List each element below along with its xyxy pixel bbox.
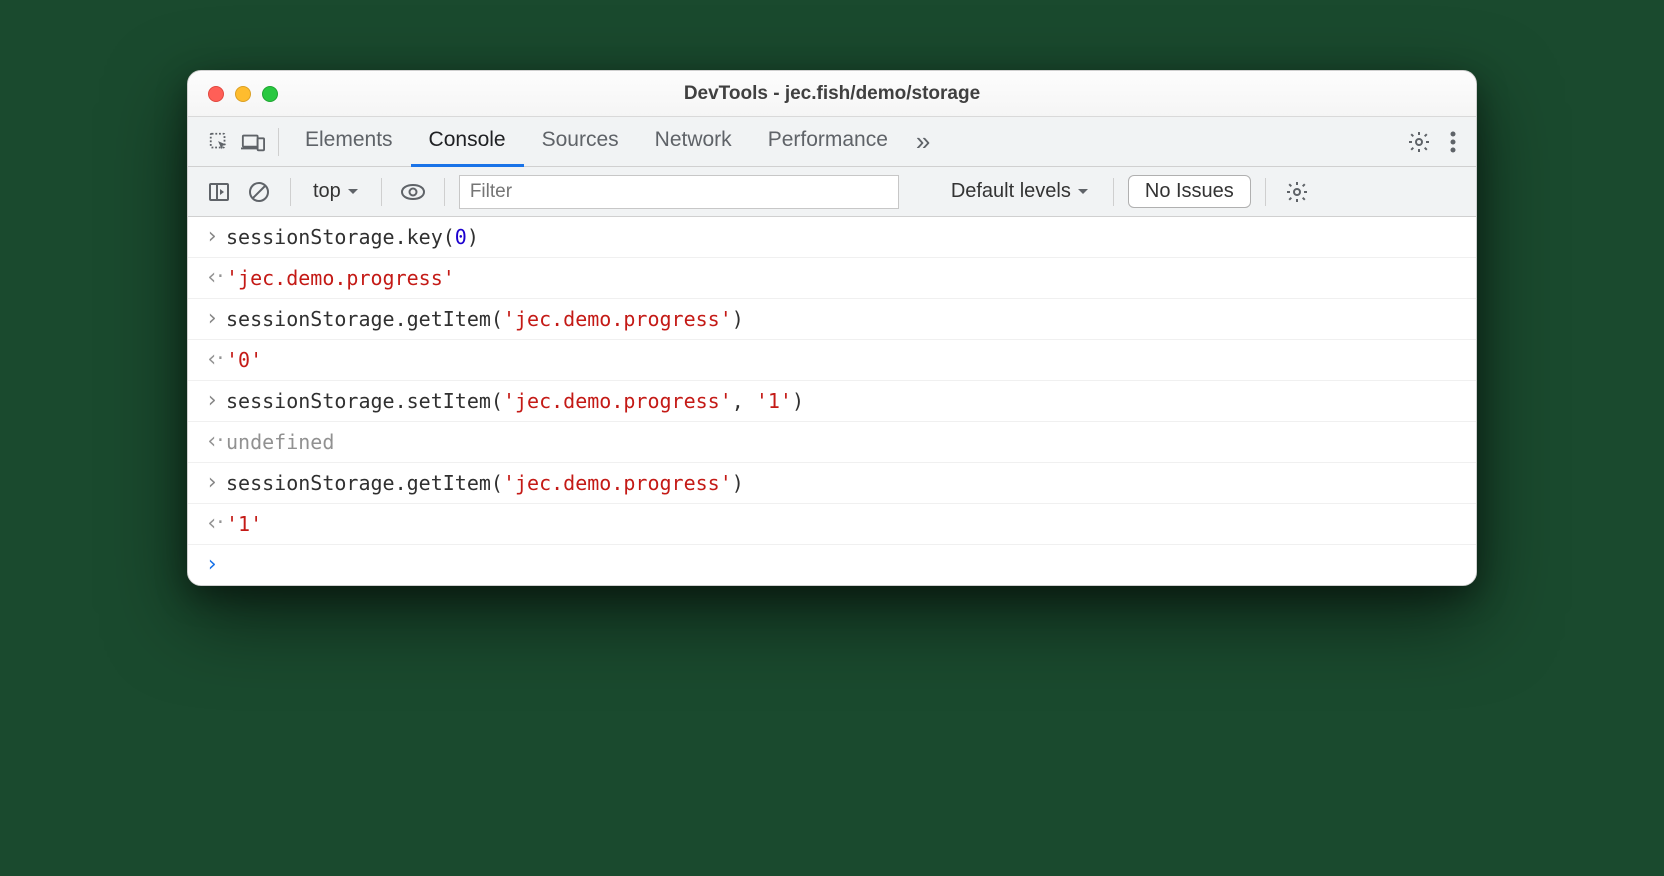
separator	[1113, 178, 1114, 206]
tab-performance[interactable]: Performance	[750, 117, 906, 167]
output-marker-icon	[198, 510, 226, 538]
chevron-down-icon	[1077, 188, 1089, 196]
console-line: '1'	[226, 510, 262, 538]
prompt-marker-icon	[198, 551, 226, 579]
console-line: '0'	[226, 346, 262, 374]
devtools-window: DevTools - jec.fish/demo/storage Element…	[187, 70, 1477, 586]
tab-elements[interactable]: Elements	[287, 117, 411, 167]
console-row: '0'	[188, 340, 1476, 381]
console-row: sessionStorage.key(0)	[188, 217, 1476, 258]
console-row: sessionStorage.getItem('jec.demo.progres…	[188, 463, 1476, 504]
console-toolbar: top Default levels No Issues	[188, 167, 1476, 217]
separator	[290, 178, 291, 206]
tab-console[interactable]: Console	[411, 117, 524, 167]
chevron-down-icon	[347, 188, 359, 196]
input-marker-icon	[198, 387, 226, 415]
console-line: undefined	[226, 428, 334, 456]
tab-network[interactable]: Network	[637, 117, 750, 167]
tabbar: Elements Console Sources Network Perform…	[188, 117, 1476, 167]
titlebar: DevTools - jec.fish/demo/storage	[188, 71, 1476, 117]
maximize-button[interactable]	[262, 86, 278, 102]
console-row: '1'	[188, 504, 1476, 545]
context-selector[interactable]: top	[305, 178, 367, 205]
console-line: sessionStorage.getItem('jec.demo.progres…	[226, 305, 744, 333]
live-expression-icon[interactable]	[396, 175, 430, 209]
minimize-button[interactable]	[235, 86, 251, 102]
log-levels-selector[interactable]: Default levels	[941, 180, 1099, 203]
clear-console-icon[interactable]	[242, 175, 276, 209]
context-label: top	[313, 180, 341, 203]
settings-icon[interactable]	[1402, 125, 1436, 159]
console-output: sessionStorage.key(0) 'jec.demo.progress'…	[188, 217, 1476, 585]
toggle-sidebar-icon[interactable]	[202, 175, 236, 209]
tabs-overflow[interactable]: »	[906, 126, 940, 157]
traffic-lights	[188, 86, 278, 102]
inspect-icon[interactable]	[202, 125, 236, 159]
console-settings-icon[interactable]	[1280, 175, 1314, 209]
levels-label: Default levels	[951, 180, 1071, 203]
output-marker-icon	[198, 428, 226, 456]
more-icon[interactable]	[1436, 125, 1470, 159]
window-title: DevTools - jec.fish/demo/storage	[188, 83, 1476, 105]
separator	[1265, 178, 1266, 206]
filter-input[interactable]	[459, 175, 899, 209]
output-marker-icon	[198, 264, 226, 292]
no-issues-button[interactable]: No Issues	[1128, 175, 1251, 208]
separator	[444, 178, 445, 206]
separator	[278, 128, 279, 156]
separator	[381, 178, 382, 206]
input-marker-icon	[198, 305, 226, 333]
console-row	[188, 545, 1476, 585]
console-row: sessionStorage.getItem('jec.demo.progres…	[188, 299, 1476, 340]
console-row: undefined	[188, 422, 1476, 463]
console-line: sessionStorage.key(0)	[226, 223, 479, 251]
tab-sources[interactable]: Sources	[524, 117, 637, 167]
console-row: 'jec.demo.progress'	[188, 258, 1476, 299]
output-marker-icon	[198, 346, 226, 374]
close-button[interactable]	[208, 86, 224, 102]
input-marker-icon	[198, 223, 226, 251]
console-row: sessionStorage.setItem('jec.demo.progres…	[188, 381, 1476, 422]
console-line: sessionStorage.getItem('jec.demo.progres…	[226, 469, 744, 497]
console-line: sessionStorage.setItem('jec.demo.progres…	[226, 387, 804, 415]
device-toolbar-icon[interactable]	[236, 125, 270, 159]
console-line: 'jec.demo.progress'	[226, 264, 455, 292]
input-marker-icon	[198, 469, 226, 497]
